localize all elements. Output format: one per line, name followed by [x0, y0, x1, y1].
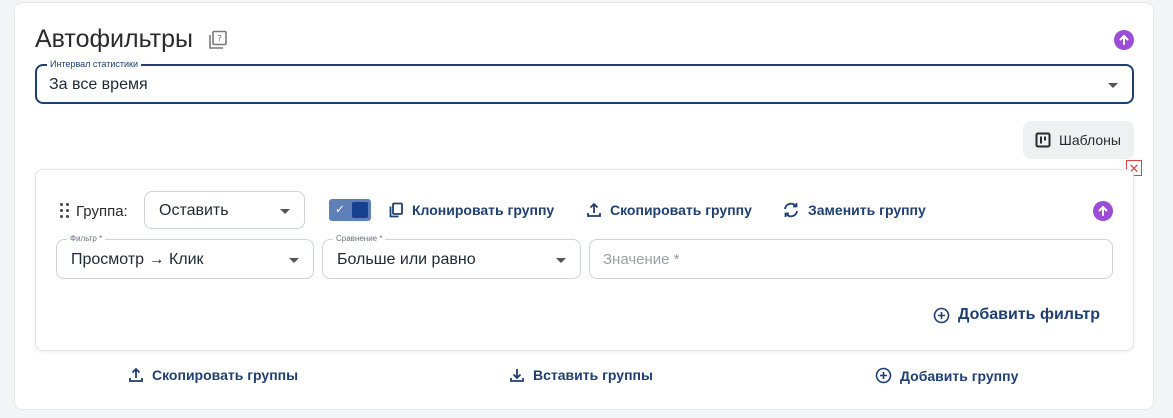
- replace-group-label: Заменить группу: [808, 202, 926, 218]
- drag-handle-icon[interactable]: [60, 203, 70, 219]
- page-title: Автофильтры: [35, 25, 193, 53]
- add-circle-icon: [875, 367, 892, 384]
- chevron-down-icon: [289, 258, 299, 263]
- add-group-button[interactable]: Добавить группу: [875, 367, 1018, 384]
- upload-icon: [587, 202, 601, 217]
- autofilters-card: Автофильтры ? Интервал статистики За все…: [14, 2, 1154, 410]
- add-group-label: Добавить группу: [900, 367, 1019, 384]
- filter-select[interactable]: Фильтр * Просмотр → Клик: [56, 234, 314, 279]
- filter-label: Фильтр *: [67, 234, 106, 243]
- add-filter-label: Добавить фильтр: [958, 306, 1100, 323]
- section-title: Автофильтры ?: [35, 25, 229, 54]
- toggle-knob: [352, 202, 368, 218]
- upload-icon: [129, 367, 143, 382]
- clone-group-label: Клонировать группу: [412, 202, 555, 218]
- templates-label: Шаблоны: [1059, 132, 1121, 148]
- chevron-down-icon: [556, 258, 566, 263]
- value-placeholder: Значение *: [603, 251, 680, 268]
- interval-label: Интервал статистики: [47, 59, 142, 69]
- download-icon: [510, 369, 524, 382]
- copy-groups-label: Скопировать группы: [152, 367, 299, 383]
- template-icon: [1035, 132, 1051, 148]
- group-action-select[interactable]: Оставить: [144, 191, 305, 229]
- group-label: Группа:: [76, 203, 128, 220]
- comparison-select[interactable]: Сравнение * Больше или равно: [322, 234, 581, 279]
- interval-select[interactable]: Интервал статистики За все время: [35, 59, 1134, 104]
- comparison-label: Сравнение *: [333, 234, 386, 243]
- filter-group: Группа: Оставить ✓ Клонировать группу Ск…: [35, 169, 1134, 351]
- add-circle-icon: [933, 307, 950, 323]
- group-action-value: Оставить: [159, 202, 229, 219]
- chevron-down-icon: [280, 209, 290, 214]
- collapse-section-icon[interactable]: [1114, 30, 1134, 50]
- comparison-value: Больше или равно: [337, 251, 476, 268]
- clone-icon: [389, 202, 403, 218]
- svg-text:?: ?: [217, 34, 222, 44]
- collapse-group-icon[interactable]: [1093, 201, 1113, 221]
- copy-group-label: Скопировать группу: [610, 202, 752, 218]
- paste-groups-button[interactable]: Вставить группы: [509, 367, 653, 383]
- help-square-icon[interactable]: ?: [207, 29, 229, 51]
- clone-group-button[interactable]: Клонировать группу: [388, 202, 554, 218]
- value-input[interactable]: Значение *: [589, 239, 1113, 279]
- templates-button[interactable]: Шаблоны: [1023, 121, 1134, 159]
- add-filter-button[interactable]: Добавить фильтр: [933, 306, 1100, 324]
- copy-group-button[interactable]: Скопировать группу: [586, 202, 752, 218]
- paste-groups-label: Вставить группы: [533, 367, 653, 383]
- copy-groups-button[interactable]: Скопировать группы: [128, 367, 298, 383]
- group-enabled-toggle[interactable]: ✓: [329, 199, 371, 221]
- filter-value: Просмотр → Клик: [71, 251, 204, 268]
- interval-value: За все время: [49, 76, 148, 93]
- replace-group-button[interactable]: Заменить группу: [782, 202, 926, 218]
- chevron-down-icon: [1108, 83, 1118, 88]
- sync-icon: [784, 202, 798, 218]
- check-icon: ✓: [335, 202, 346, 216]
